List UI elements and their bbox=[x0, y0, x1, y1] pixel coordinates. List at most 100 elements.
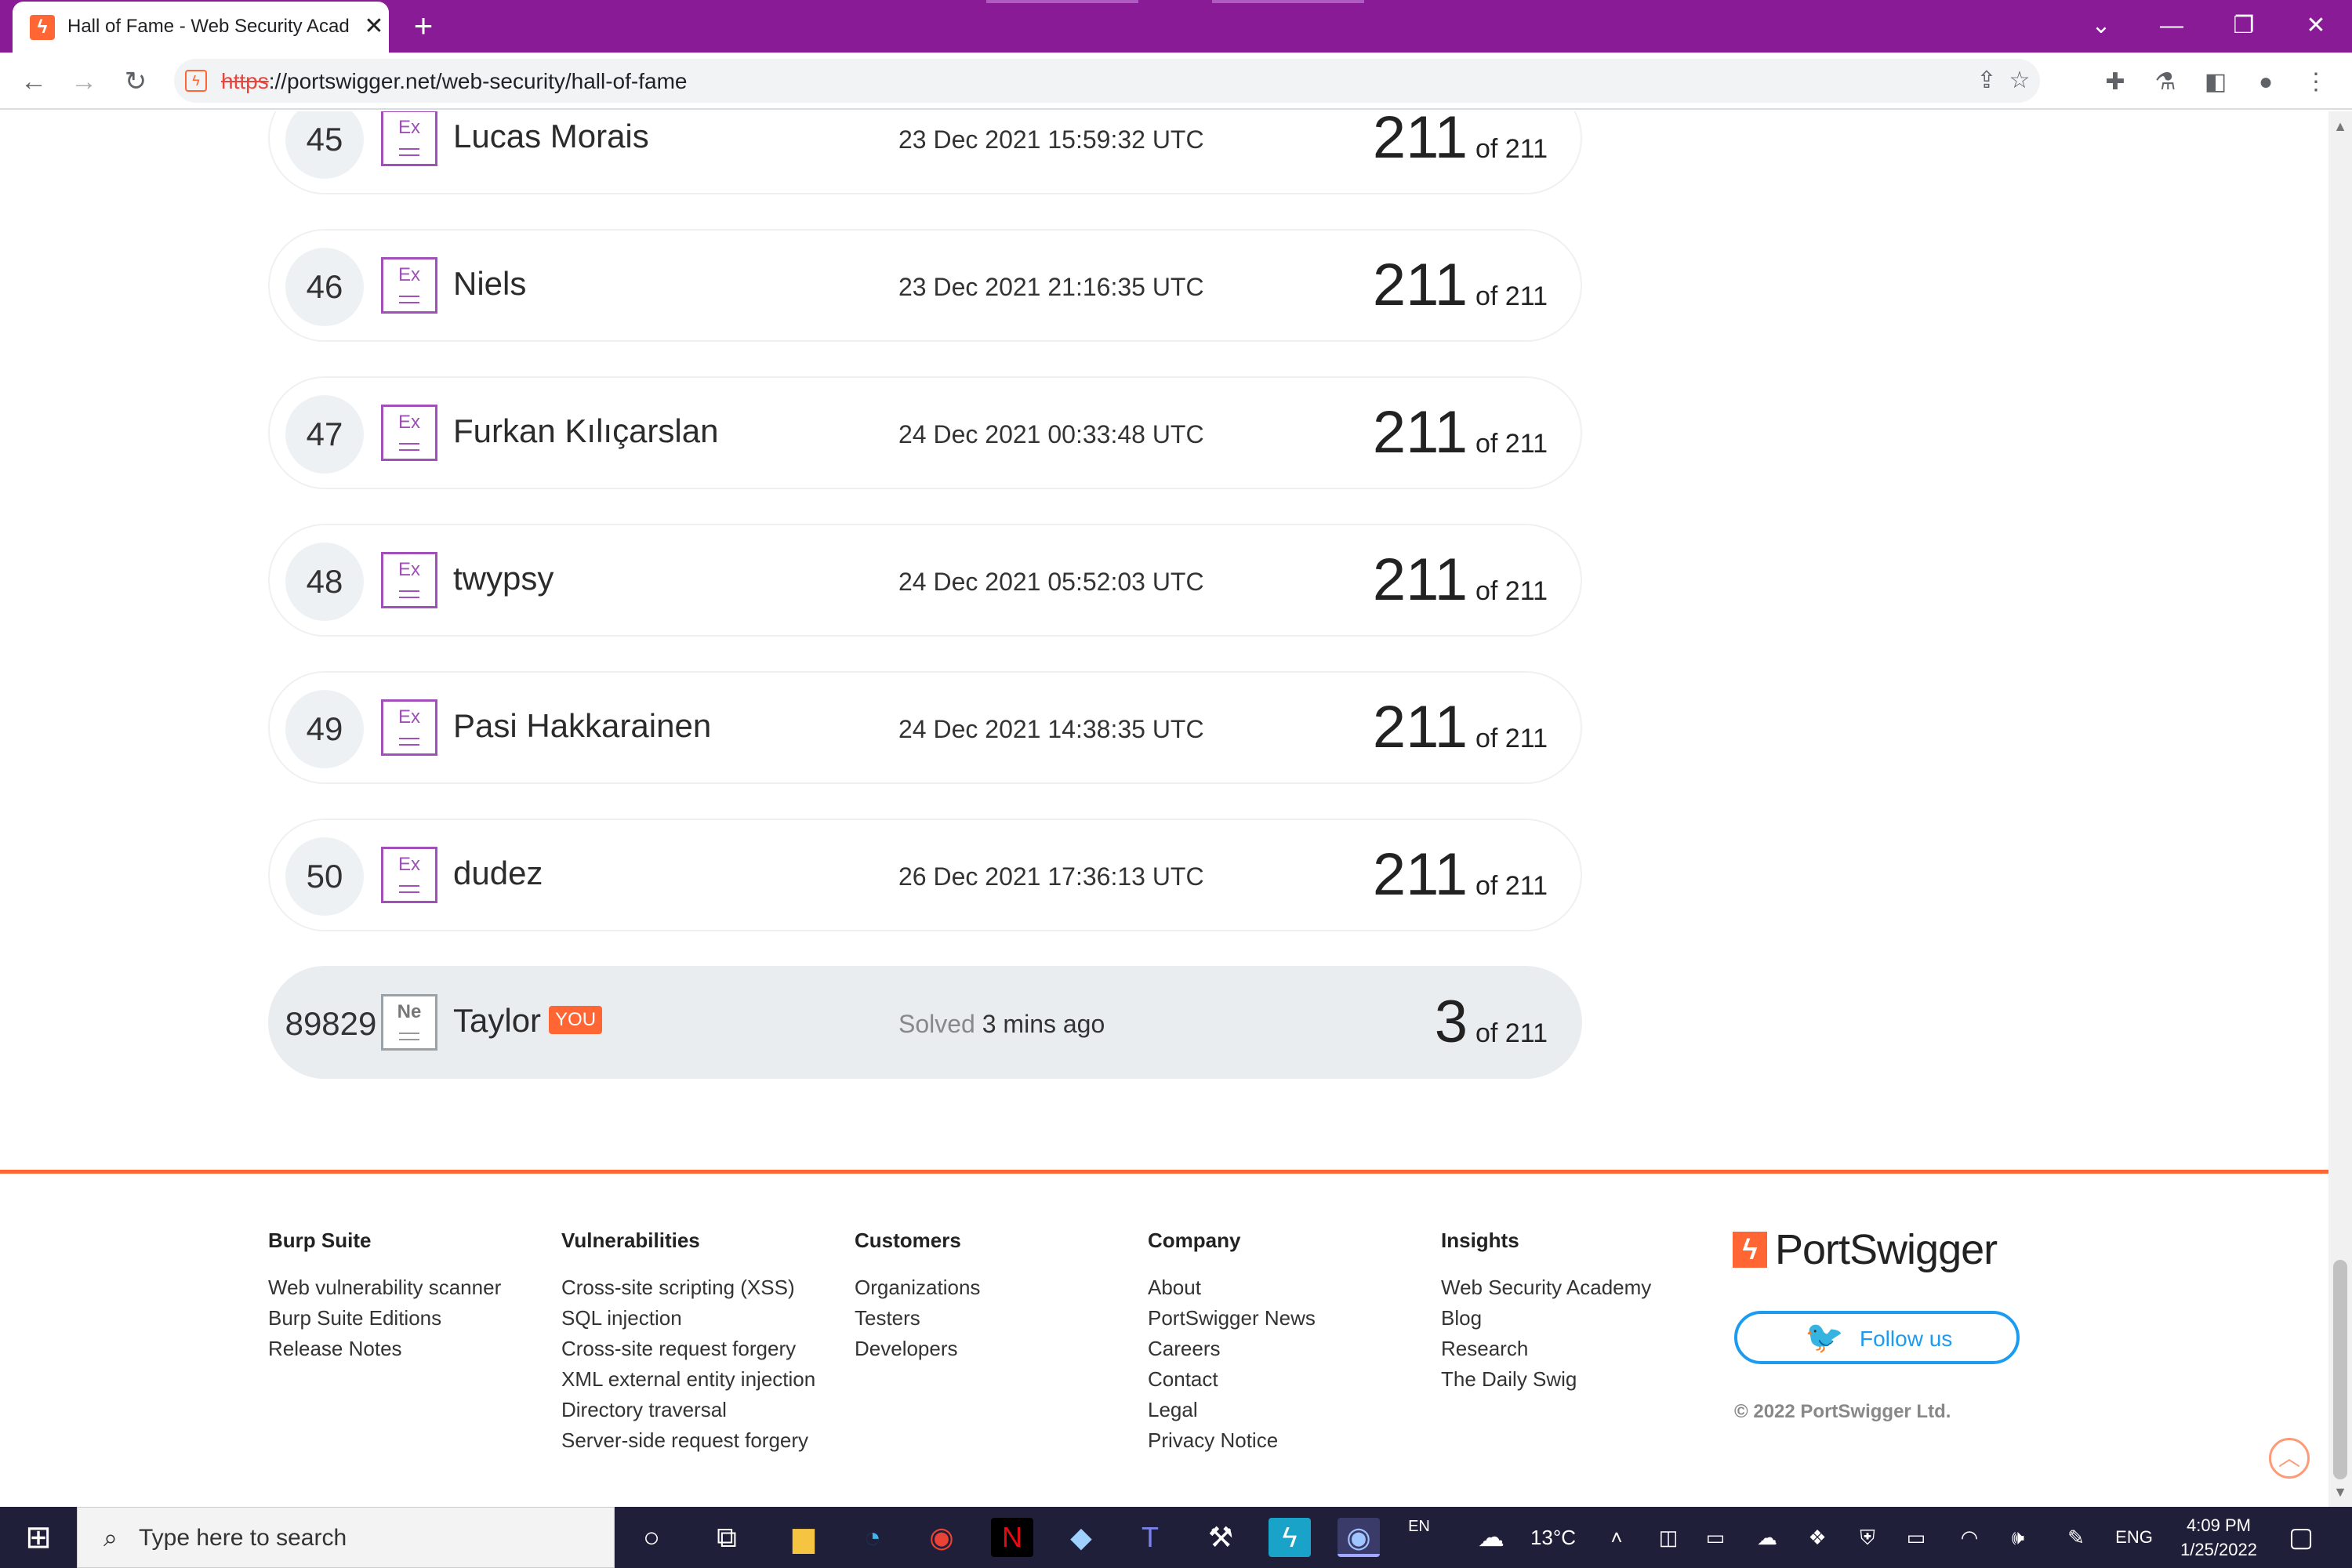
side-panel-icon[interactable]: ◧ bbox=[2198, 65, 2233, 100]
footer-link[interactable]: Careers bbox=[1148, 1334, 1316, 1364]
cortana-icon[interactable]: ○ bbox=[630, 1518, 673, 1557]
footer-link[interactable]: PortSwigger News bbox=[1148, 1303, 1316, 1334]
portswigger-app-icon[interactable]: ϟ bbox=[1269, 1518, 1311, 1557]
user-name: Furkan Kılıçarslan bbox=[453, 412, 719, 449]
footer-link[interactable]: Organizations bbox=[855, 1272, 980, 1303]
battery-icon[interactable]: ▭ bbox=[1902, 1518, 1930, 1557]
follow-us-button[interactable]: 🐦 Follow us bbox=[1734, 1311, 2020, 1364]
leaderboard-row: 46 Ex Niels 23 Dec 2021 21:16:35 UTC 211… bbox=[268, 229, 1582, 342]
netflix-icon[interactable]: N bbox=[991, 1518, 1033, 1557]
page-scrollbar[interactable]: ▲ ▼ bbox=[2328, 111, 2352, 1507]
score-value: 211 bbox=[1372, 694, 1468, 760]
footer-link[interactable]: Blog bbox=[1441, 1303, 1651, 1334]
task-view-icon[interactable]: ⧉ bbox=[706, 1518, 748, 1557]
browser-toolbar: ← → ↻ ϟ https://portswigger.net/web-secu… bbox=[0, 53, 2352, 110]
dropbox-icon[interactable]: ❖ bbox=[1803, 1518, 1831, 1557]
new-tab-button[interactable]: + bbox=[408, 8, 439, 44]
footer-link[interactable]: Privacy Notice bbox=[1148, 1425, 1316, 1456]
footer-link[interactable]: Legal bbox=[1148, 1395, 1316, 1425]
footer-link[interactable]: Web Security Academy bbox=[1441, 1272, 1651, 1303]
badge-line bbox=[399, 443, 419, 445]
minimize-button[interactable]: — bbox=[2148, 6, 2195, 45]
back-to-top-icon[interactable]: ︿ bbox=[2269, 1438, 2310, 1479]
file-explorer-icon[interactable]: ▆ bbox=[782, 1518, 825, 1557]
portswigger-logo[interactable]: ϟ PortSwigger bbox=[1733, 1225, 1998, 1273]
score: 211 of 211 bbox=[1373, 251, 1548, 319]
weather-cloud-icon[interactable]: ☁ bbox=[1474, 1518, 1508, 1557]
footer-link[interactable]: The Daily Swig bbox=[1441, 1364, 1651, 1395]
site-info-icon[interactable]: ϟ bbox=[185, 70, 207, 92]
notes-app-icon[interactable]: ◆ bbox=[1060, 1518, 1102, 1557]
score-value: 211 bbox=[1372, 546, 1468, 613]
display-icon[interactable]: ▭ bbox=[1701, 1518, 1730, 1557]
weather-temp[interactable]: 13°C bbox=[1526, 1518, 1581, 1557]
windows-taskbar: ⊞ ⌕ Type here to search ○ ⧉ ▆ ◔ ◉ N ◆ T … bbox=[0, 1507, 2352, 1568]
input-lang-indicator[interactable]: EN bbox=[1403, 1507, 1435, 1546]
extensions-puzzle-icon[interactable]: ✚ bbox=[2098, 65, 2132, 100]
restore-button[interactable]: ❐ bbox=[2220, 6, 2267, 45]
notification-center-icon[interactable]: ▢ bbox=[2281, 1518, 2321, 1557]
scroll-thumb[interactable] bbox=[2333, 1260, 2347, 1479]
footer-link[interactable]: Release Notes bbox=[268, 1334, 501, 1364]
taskbar-search-box[interactable]: ⌕ Type here to search bbox=[77, 1507, 615, 1568]
pen-icon[interactable]: ✎ bbox=[2062, 1518, 2090, 1557]
security-icon[interactable]: ⛨ bbox=[1853, 1518, 1882, 1557]
badge-label: Ex bbox=[397, 264, 420, 285]
footer-link[interactable]: Web vulnerability scanner bbox=[268, 1272, 501, 1303]
address-bar[interactable]: ϟ https://portswigger.net/web-security/h… bbox=[174, 59, 2040, 103]
url-text[interactable]: https://portswigger.net/web-security/hal… bbox=[221, 69, 687, 94]
share-icon[interactable]: ⇪ bbox=[1969, 64, 2004, 98]
footer-link[interactable]: Testers bbox=[855, 1303, 980, 1334]
active-tab[interactable]: ϟ Hall of Fame - Web Security Academy ✕ bbox=[13, 2, 389, 53]
chrome-active-window-icon[interactable]: ◉ bbox=[1338, 1518, 1380, 1557]
footer-link[interactable]: Contact bbox=[1148, 1364, 1316, 1395]
leaderboard-row: 50 Ex dudez 26 Dec 2021 17:36:13 UTC 211… bbox=[268, 818, 1582, 931]
scroll-down-arrow-icon[interactable]: ▼ bbox=[2328, 1480, 2352, 1504]
footer-link[interactable]: Developers bbox=[855, 1334, 980, 1364]
footer-link[interactable]: Cross-site request forgery bbox=[561, 1334, 815, 1364]
labs-flask-icon[interactable]: ⚗ bbox=[2148, 65, 2183, 100]
footer-column-vulnerabilities: Vulnerabilities Cross-site scripting (XS… bbox=[561, 1229, 815, 1456]
scroll-up-arrow-icon[interactable]: ▲ bbox=[2328, 114, 2352, 138]
footer-link[interactable]: Server-side request forgery bbox=[561, 1425, 815, 1456]
forward-arrow-icon[interactable]: → bbox=[64, 62, 103, 101]
chrome-icon[interactable]: ◉ bbox=[920, 1518, 963, 1557]
footer-link[interactable]: SQL injection bbox=[561, 1303, 815, 1334]
score-total: of 211 bbox=[1475, 134, 1548, 164]
wifi-icon[interactable]: ◠ bbox=[1955, 1518, 1984, 1557]
tab-close-icon[interactable]: ✕ bbox=[362, 11, 386, 42]
user-name: Lucas Morais bbox=[453, 118, 649, 154]
footer-link[interactable]: About bbox=[1148, 1272, 1316, 1303]
badge-line bbox=[399, 148, 419, 150]
bookmark-star-icon[interactable]: ☆ bbox=[2002, 64, 2037, 98]
onedrive-cloud-icon[interactable]: ☁ bbox=[1753, 1518, 1781, 1557]
teams-icon[interactable]: T bbox=[1129, 1518, 1171, 1557]
tab-search-dropdown-icon[interactable]: ⌄ bbox=[2078, 6, 2125, 45]
completion-date: 23 Dec 2021 21:16:35 UTC bbox=[898, 273, 1204, 301]
score: 211 of 211 bbox=[1373, 111, 1548, 172]
volume-icon[interactable]: 🕪 bbox=[2004, 1518, 2032, 1557]
system-clock[interactable]: 4:09 PM 1/25/2022 bbox=[2172, 1513, 2266, 1562]
footer-link[interactable]: Research bbox=[1441, 1334, 1651, 1364]
close-window-button[interactable]: ✕ bbox=[2292, 6, 2339, 45]
footer-heading: Burp Suite bbox=[268, 1229, 372, 1252]
back-arrow-icon[interactable]: ← bbox=[14, 62, 53, 101]
rank-number: 48 bbox=[285, 543, 364, 621]
terminal-app-icon[interactable]: ⚒ bbox=[1200, 1518, 1242, 1557]
footer-link[interactable]: XML external entity injection bbox=[561, 1364, 815, 1395]
footer-link[interactable]: Directory traversal bbox=[561, 1395, 815, 1425]
footer-column-company: Company About PortSwigger News Careers C… bbox=[1148, 1229, 1316, 1456]
profile-avatar-icon[interactable]: ● bbox=[2249, 65, 2283, 100]
current-user-row: 89829 Ne Taylor YOU Solved 3 mins ago 3 of… bbox=[268, 966, 1582, 1079]
footer-column-insights: Insights Web Security Academy Blog Resea… bbox=[1441, 1229, 1651, 1395]
windows-start-icon[interactable]: ⊞ bbox=[11, 1518, 66, 1557]
meet-now-icon[interactable]: ◫ bbox=[1654, 1518, 1682, 1557]
tray-chevron-icon[interactable]: ˄ bbox=[1602, 1518, 1631, 1557]
edge-browser-icon[interactable]: ◔ bbox=[851, 1518, 894, 1557]
reload-icon[interactable]: ↻ bbox=[116, 62, 155, 101]
footer-link[interactable]: Cross-site scripting (XSS) bbox=[561, 1272, 815, 1303]
url-path: ://portswigger.net/web-security/hall-of-… bbox=[268, 69, 688, 93]
footer-link[interactable]: Burp Suite Editions bbox=[268, 1303, 501, 1334]
language-indicator[interactable]: ENG bbox=[2111, 1518, 2158, 1557]
menu-kebab-icon[interactable]: ⋮ bbox=[2299, 65, 2333, 100]
